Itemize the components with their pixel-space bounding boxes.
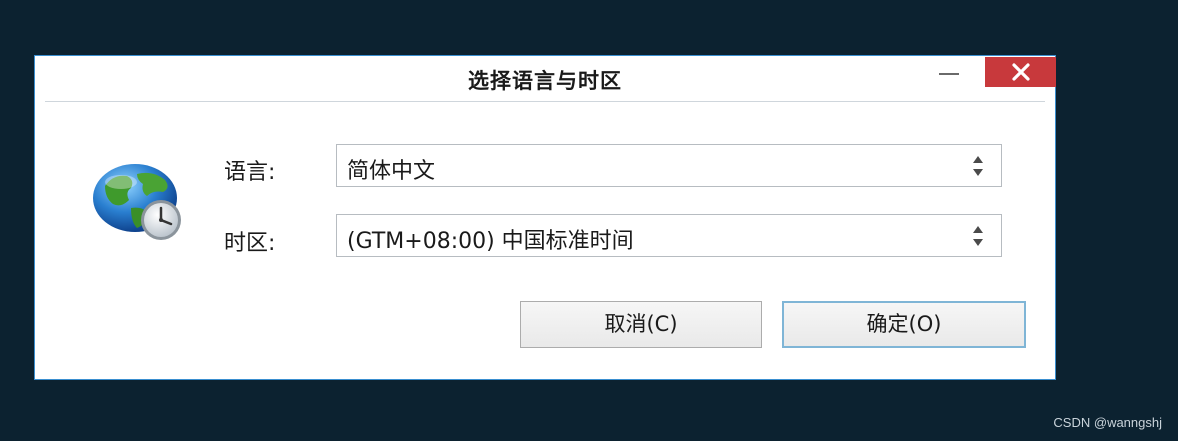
up-down-arrows-icon[interactable] — [972, 155, 984, 177]
title-divider — [45, 101, 1045, 102]
language-label: 语言: — [224, 160, 276, 185]
minimize-icon — [939, 73, 959, 75]
minimize-button[interactable] — [935, 58, 963, 86]
cancel-button[interactable]: 取消(C) — [520, 301, 762, 348]
up-down-arrows-icon[interactable] — [972, 225, 984, 247]
language-select[interactable]: 简体中文 — [336, 144, 1002, 187]
close-icon — [1012, 63, 1030, 81]
ok-button[interactable]: 确定(O) — [782, 301, 1026, 348]
watermark: CSDN @wanngshj — [1053, 415, 1162, 430]
dialog-title: 选择语言与时区 — [468, 69, 622, 93]
desktop-background: 选择语言与时区 语言: 简体中文 时区: (GTM+08:00) 中国标准时间 … — [0, 0, 1178, 441]
timezone-select-value: (GTM+08:00) 中国标准时间 — [347, 229, 634, 254]
language-select-value: 简体中文 — [347, 159, 436, 184]
title-bar[interactable]: 选择语言与时区 — [35, 56, 1056, 102]
timezone-select[interactable]: (GTM+08:00) 中国标准时间 — [336, 214, 1002, 257]
close-button[interactable] — [985, 57, 1056, 87]
language-timezone-dialog: 选择语言与时区 语言: 简体中文 时区: (GTM+08:00) 中国标准时间 … — [34, 55, 1056, 380]
globe-clock-icon — [93, 164, 181, 240]
timezone-label: 时区: — [224, 231, 276, 256]
